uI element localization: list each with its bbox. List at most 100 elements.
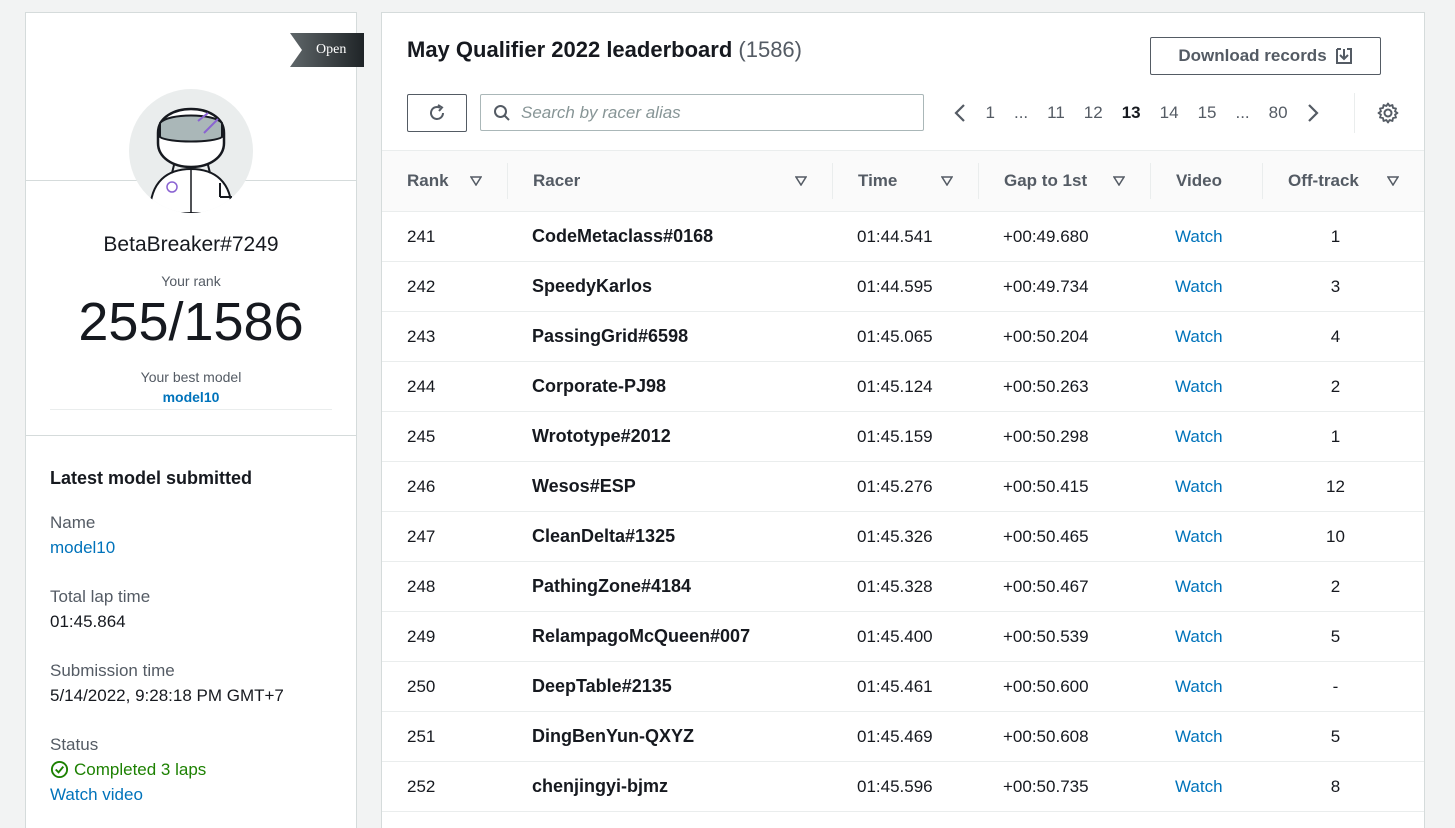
watch-link[interactable]: Watch [1175, 377, 1223, 396]
caret-down-icon [1113, 176, 1125, 186]
gap-cell: +00:50.467 [1003, 576, 1089, 596]
model-name-field: Name model10 [50, 511, 332, 560]
gap-cell: +00:50.608 [1003, 726, 1089, 746]
time-cell: 01:45.124 [857, 376, 933, 396]
next-page-button[interactable] [1297, 103, 1329, 123]
download-records-button[interactable]: Download records [1150, 37, 1381, 75]
status-label: Status [50, 735, 99, 754]
rank-cell: 249 [407, 626, 436, 646]
video-cell: Watch [1150, 712, 1262, 762]
racer-cell[interactable]: DeepTable#2135 [507, 662, 832, 712]
chevron-right-icon [1308, 104, 1319, 122]
table-row: 243 PassingGrid#6598 01:45.065 +00:50.204 Wa… [382, 312, 1424, 362]
racer-cell[interactable]: PassingGrid#6598 [507, 312, 832, 362]
caret-down-icon [1387, 176, 1399, 186]
submission-time-field: Submission time 5/14/2022, 9:28:18 PM GM… [50, 659, 332, 708]
pagination: 1 ... 11 12 13 14 15 ... 80 [944, 99, 1329, 127]
model-name-link[interactable]: model10 [50, 535, 332, 560]
racer-cell[interactable]: CleanDelta#1325 [507, 512, 832, 562]
time-cell: 01:45.328 [857, 576, 933, 596]
watch-link[interactable]: Watch [1175, 327, 1223, 346]
time-cell: 01:45.159 [857, 426, 933, 446]
racer-cell[interactable]: DingBenYun-QXYZ [507, 712, 832, 762]
page-link[interactable]: 11 [1038, 103, 1075, 123]
offtrack-cell: 2 [1330, 576, 1341, 596]
gap-cell: +00:50.415 [1003, 476, 1089, 496]
page-ellipsis: ... [1235, 103, 1250, 122]
gap-cell: +00:49.734 [1003, 276, 1089, 296]
caret-down-icon [470, 176, 482, 186]
table-row: 242 SpeedyKarlos 01:44.595 +00:49.734 Watch 3 [382, 262, 1424, 312]
watch-link[interactable]: Watch [1175, 477, 1223, 496]
video-cell: Watch [1150, 512, 1262, 562]
table-row: 248 PathingZone#4184 01:45.328 +00:50.467 Wa… [382, 562, 1424, 612]
time-cell: 01:45.469 [857, 726, 933, 746]
leaderboard-table: Rank Racer Time Gap to 1st Video Off-tra… [382, 150, 1424, 812]
page-link[interactable]: 14 [1150, 103, 1188, 123]
watch-video-link[interactable]: Watch video [50, 782, 332, 807]
col-racer[interactable]: Racer [507, 151, 832, 212]
table-row: 241 CodeMetaclass#0168 01:44.541 +00:49.680… [382, 212, 1424, 262]
racer-cell[interactable]: SpeedyKarlos [507, 262, 832, 312]
check-circle-icon [50, 760, 69, 779]
page-link[interactable]: 12 [1074, 103, 1112, 123]
watch-link[interactable]: Watch [1175, 577, 1223, 596]
gap-cell: +00:50.735 [1003, 776, 1089, 796]
watch-link[interactable]: Watch [1175, 427, 1223, 446]
rank-cell: 246 [407, 476, 436, 496]
offtrack-cell: 4 [1330, 326, 1341, 346]
table-row: 249 RelampagoMcQueen#007 01:45.400 +00:50.5… [382, 612, 1424, 662]
lap-time-value: 01:45.864 [50, 612, 126, 631]
time-cell: 01:45.596 [857, 776, 933, 796]
refresh-button[interactable] [407, 94, 467, 132]
best-model-label: Your best model [140, 369, 242, 385]
col-offtrack[interactable]: Off-track [1262, 151, 1424, 212]
search-field[interactable] [480, 94, 924, 131]
search-input[interactable] [521, 102, 901, 123]
search-icon [494, 104, 510, 121]
gap-cell: +00:50.465 [1003, 526, 1089, 546]
time-cell: 01:44.541 [857, 226, 933, 246]
rank-cell: 251 [407, 726, 436, 746]
watch-link[interactable]: Watch [1175, 677, 1223, 696]
racer-cell[interactable]: PathingZone#4184 [507, 562, 832, 612]
video-cell: Watch [1150, 462, 1262, 512]
col-rank[interactable]: Rank [382, 151, 507, 212]
submission-time-label: Submission time [50, 661, 175, 680]
offtrack-cell: 5 [1330, 726, 1341, 746]
best-model-link[interactable]: model10 [26, 389, 356, 405]
col-time[interactable]: Time [832, 151, 978, 212]
page-link[interactable]: 15 [1188, 103, 1226, 123]
table-header-row: Rank Racer Time Gap to 1st Video Off-tra… [382, 150, 1424, 212]
racer-cell[interactable]: chenjingyi-bjmz [507, 762, 832, 812]
racer-cell[interactable]: Wrototype#2012 [507, 412, 832, 462]
divider [50, 409, 332, 410]
page-link[interactable]: 80 [1259, 103, 1297, 123]
watch-link[interactable]: Watch [1175, 227, 1223, 246]
video-cell: Watch [1150, 212, 1262, 262]
latest-model-title: Latest model submitted [50, 468, 253, 488]
rank-cell: 250 [407, 676, 436, 696]
current-page[interactable]: 13 [1112, 103, 1150, 123]
rank-cell: 242 [407, 276, 436, 296]
gear-icon[interactable] [1376, 101, 1400, 125]
table-row: 245 Wrototype#2012 01:45.159 +00:50.298 Watc… [382, 412, 1424, 462]
prev-page-button[interactable] [944, 103, 976, 123]
page-link[interactable]: 1 [976, 103, 1004, 123]
racer-cell[interactable]: CodeMetaclass#0168 [507, 212, 832, 262]
racer-cell[interactable]: Corporate-PJ98 [507, 362, 832, 412]
page-ellipsis: ... [1013, 103, 1029, 122]
gap-cell: +00:50.298 [1003, 426, 1089, 446]
submission-time-value: 5/14/2022, 9:28:18 PM GMT+7 [50, 686, 284, 705]
watch-link[interactable]: Watch [1175, 777, 1223, 796]
col-gap[interactable]: Gap to 1st [978, 151, 1150, 212]
watch-link[interactable]: Watch [1175, 727, 1223, 746]
watch-link[interactable]: Watch [1175, 527, 1223, 546]
offtrack-cell: 5 [1330, 626, 1341, 646]
watch-link[interactable]: Watch [1175, 277, 1223, 296]
racer-cell[interactable]: RelampagoMcQueen#007 [507, 612, 832, 662]
gap-cell: +00:50.539 [1003, 626, 1089, 646]
gap-cell: +00:50.600 [1003, 676, 1089, 696]
watch-link[interactable]: Watch [1175, 627, 1223, 646]
racer-cell[interactable]: Wesos#ESP [507, 462, 832, 512]
